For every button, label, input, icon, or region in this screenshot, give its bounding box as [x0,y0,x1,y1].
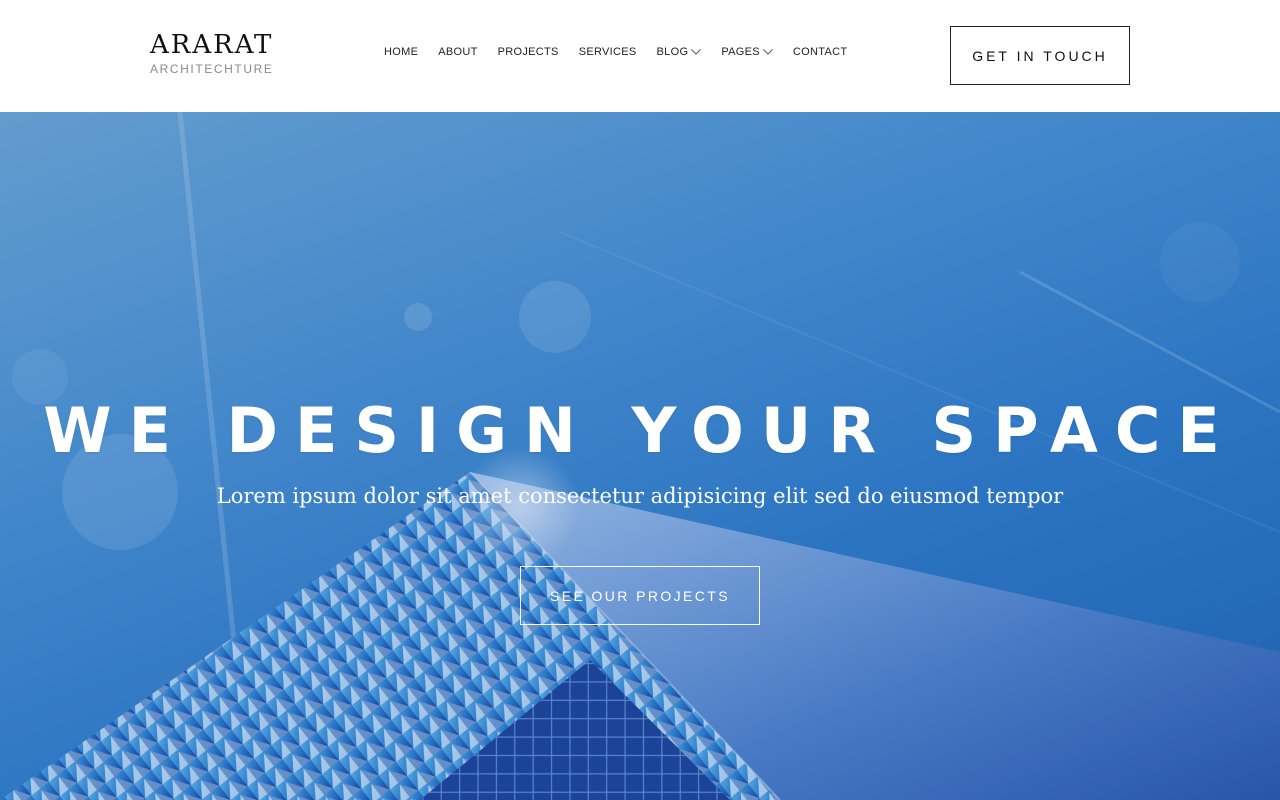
main-nav: HOME ABOUT PROJECTS SERVICES BLOG PAGES … [384,46,867,58]
chevron-down-icon [763,49,773,55]
nav-item-blog[interactable]: BLOG [657,46,702,58]
nav-item-label: SERVICES [578,46,637,58]
hero-subtitle: Lorem ipsum dolor sit amet consectetur a… [216,484,1064,508]
chevron-down-icon [691,49,702,55]
nav-item-label: HOME [384,46,419,58]
nav-item-services[interactable]: SERVICES [579,46,637,58]
hero-section: WE DESIGN YOUR SPACE Lorem ipsum dolor s… [0,112,1280,800]
nav-item-label: ABOUT [438,46,478,58]
nav-item-label: BLOG [656,46,689,58]
logo[interactable]: ARARAT ARCHITECHTURE [150,31,290,76]
site-header: ARARAT ARCHITECHTURE HOME ABOUT PROJECTS… [0,0,1280,112]
nav-item-label: CONTACT [792,46,848,58]
nav-item-label: PAGES [721,46,760,58]
nav-item-label: PROJECTS [497,46,559,58]
nav-item-home[interactable]: HOME [384,46,418,58]
hero-title: WE DESIGN YOUR SPACE [43,394,1237,467]
logo-tagline: ARCHITECHTURE [150,62,274,76]
get-in-touch-button[interactable]: GET IN TOUCH [950,26,1130,85]
nav-item-contact[interactable]: CONTACT [793,46,847,58]
nav-item-projects[interactable]: PROJECTS [498,46,559,58]
nav-item-about[interactable]: ABOUT [438,46,477,58]
see-our-projects-button[interactable]: SEE OUR PROJECTS [520,566,760,625]
nav-item-pages[interactable]: PAGES [721,46,773,58]
logo-title: ARARAT [150,30,274,60]
